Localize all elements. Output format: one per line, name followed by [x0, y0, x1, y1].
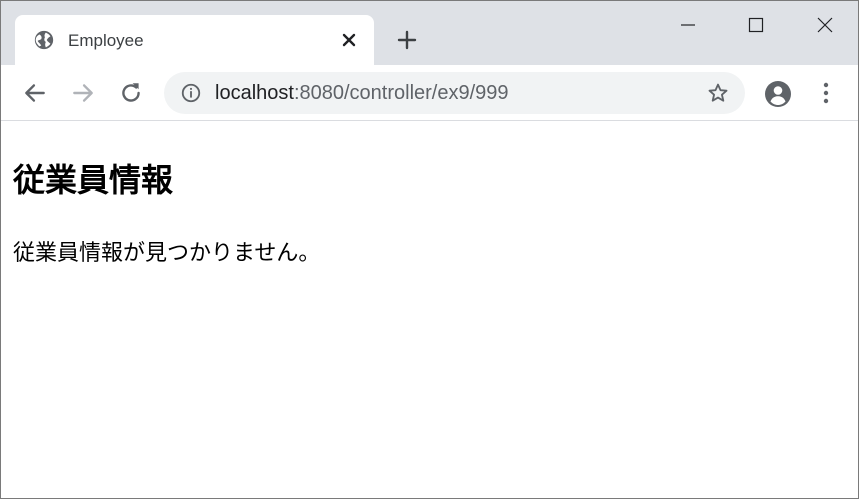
close-tab-icon[interactable]	[341, 32, 357, 48]
url-path: :8080/controller/ex9/999	[293, 82, 509, 104]
maximize-icon[interactable]	[744, 13, 768, 37]
address-bar[interactable]: localhost:8080/controller/ex9/999	[164, 72, 745, 114]
info-icon[interactable]	[180, 82, 202, 104]
profile-avatar-icon[interactable]	[764, 80, 792, 108]
tab-employee[interactable]: Employee	[15, 15, 374, 65]
reload-icon[interactable]	[118, 80, 144, 106]
close-window-icon[interactable]	[813, 13, 837, 37]
title-bar: Employee	[1, 1, 858, 65]
not-found-message: 従業員情報が見つかりません。	[13, 241, 321, 266]
tab-title: Employee	[68, 31, 144, 50]
globe-icon	[34, 30, 54, 50]
url-host: localhost	[215, 82, 294, 104]
page-title: 従業員情報	[13, 161, 174, 199]
minimize-icon[interactable]	[676, 13, 700, 37]
kebab-menu-icon[interactable]	[816, 80, 836, 106]
toolbar: localhost:8080/controller/ex9/999	[1, 65, 858, 121]
page-content: 従業員情報 従業員情報が見つかりません。	[1, 121, 858, 498]
back-arrow-icon[interactable]	[22, 80, 48, 106]
url-text: localhost:8080/controller/ex9/999	[215, 82, 509, 105]
browser-window: Employee localhost:8080/controller/ex9/9…	[0, 0, 859, 499]
new-tab-icon[interactable]	[396, 29, 418, 51]
forward-arrow-icon[interactable]	[70, 80, 96, 106]
bookmark-star-icon[interactable]	[707, 82, 729, 104]
